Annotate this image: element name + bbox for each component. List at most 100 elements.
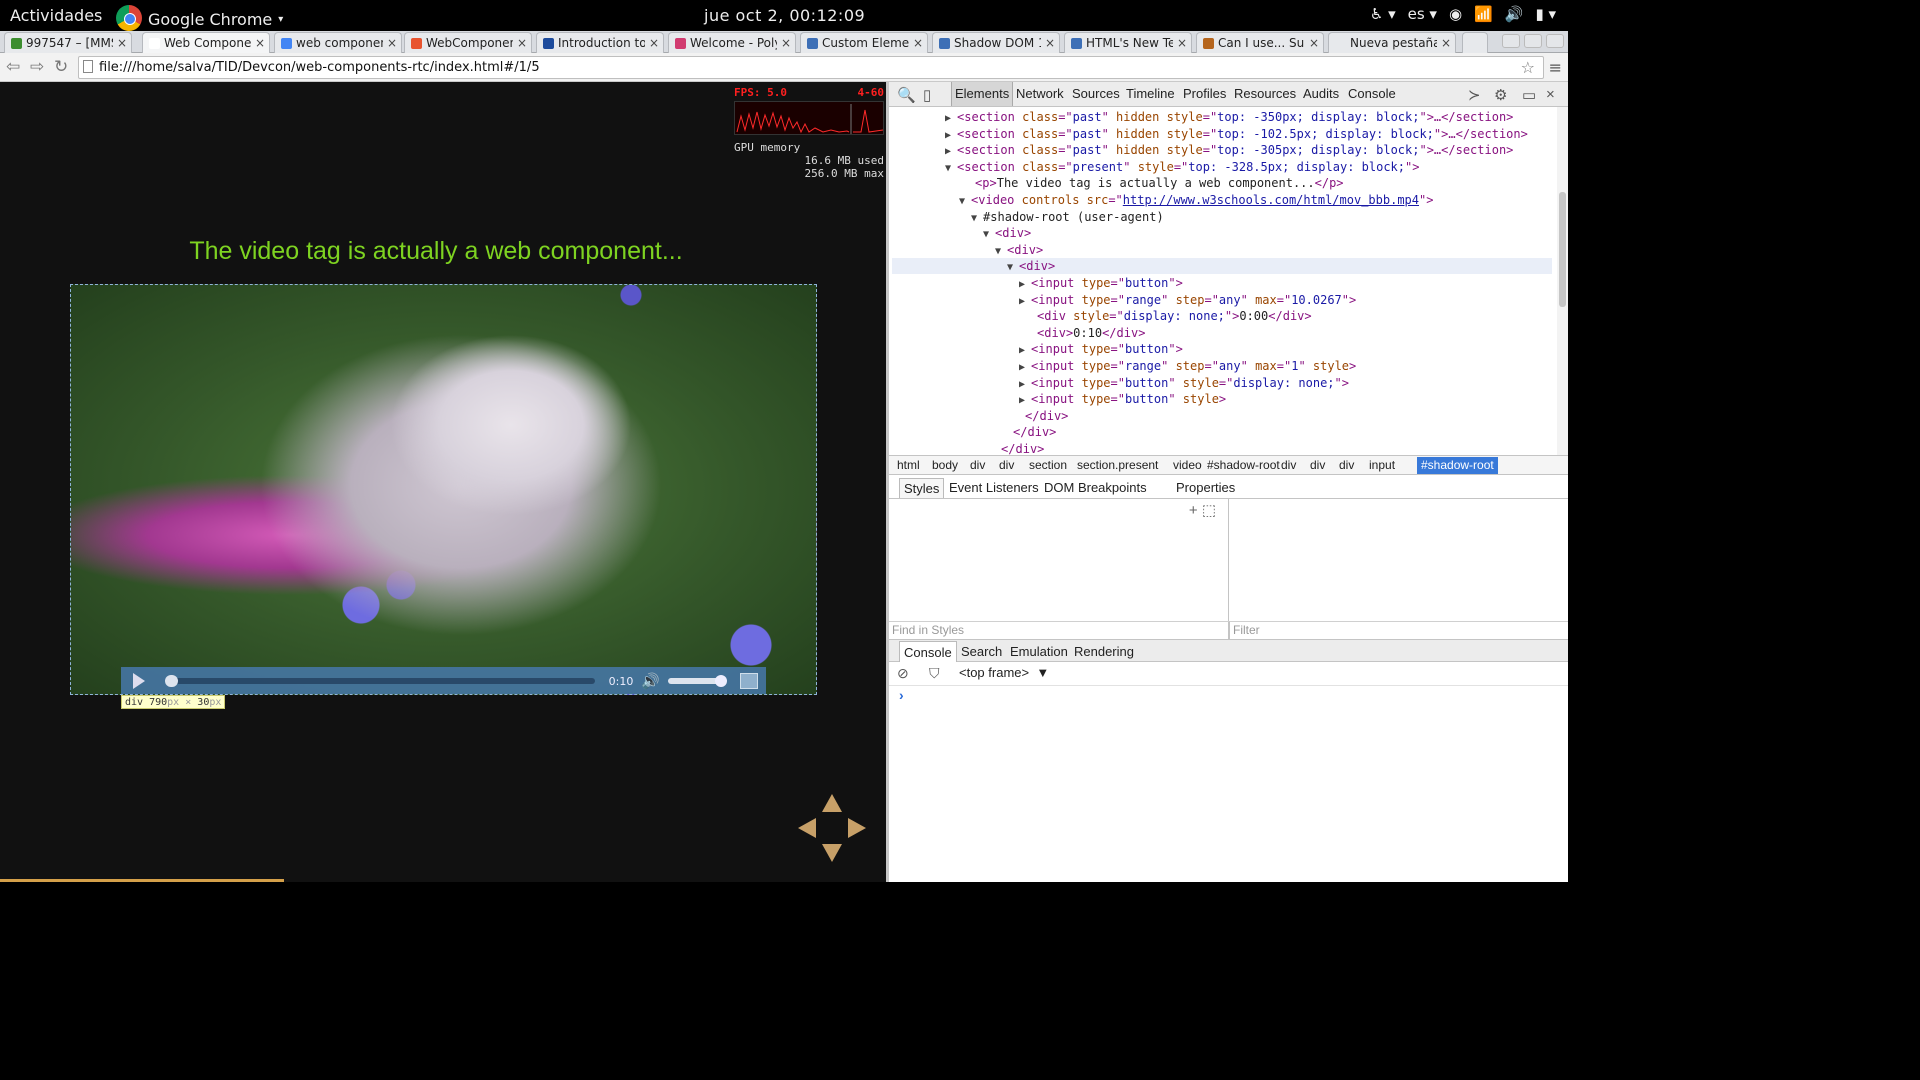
browser-tab[interactable]: Introduction to W × (536, 32, 664, 53)
tab-audits[interactable]: Audits (1300, 82, 1342, 106)
close-tab-icon[interactable]: × (517, 36, 527, 50)
tab-styles[interactable]: Styles (899, 478, 945, 498)
dom-node[interactable]: ▶ <input type="range" step="any" max="10… (1019, 292, 1356, 308)
arrow-right-icon[interactable] (848, 818, 866, 838)
seek-thumb[interactable] (165, 675, 178, 687)
maximize-window-icon[interactable] (1524, 34, 1542, 48)
close-tab-icon[interactable]: × (1309, 36, 1319, 50)
close-tab-icon[interactable]: × (649, 36, 659, 50)
dom-node[interactable]: ▶ <section class="past" hidden style="to… (945, 142, 1513, 158)
browser-tab[interactable]: Can I use... Supp × (1196, 32, 1324, 53)
filter-icon[interactable]: ⛉ (929, 665, 940, 682)
activities-button[interactable]: Actividades (10, 6, 102, 25)
browser-tab[interactable]: Shadow DOM 10 × (932, 32, 1060, 53)
dom-node[interactable]: ▼ <video controls src="http://www.w3scho… (959, 192, 1433, 208)
bookmark-star-icon[interactable]: ☆ (1521, 58, 1535, 77)
accessibility-icon[interactable]: ♿ ▾ (1370, 5, 1396, 23)
close-tab-icon[interactable]: × (1177, 36, 1187, 50)
dock-icon[interactable]: ▭ (1522, 86, 1536, 104)
dom-node[interactable]: ▶ <input type="range" step="any" max="1"… (1019, 358, 1356, 374)
collapsed-triangle-icon[interactable]: ▶ (1019, 279, 1031, 290)
collapsed-triangle-icon[interactable]: ▶ (945, 113, 957, 124)
breadcrumb-item[interactable]: body (928, 457, 962, 474)
dom-node[interactable]: ▼ <section class="present" style="top: -… (945, 159, 1419, 175)
drawer-tab-emulation[interactable]: Emulation (1006, 641, 1072, 662)
expanded-triangle-icon[interactable]: ▼ (1007, 262, 1019, 273)
arrow-down-icon[interactable] (822, 844, 842, 862)
console-prompt[interactable]: › (899, 687, 904, 703)
dom-node[interactable]: ▼ <div> (983, 225, 1031, 241)
filter-input[interactable]: Filter (1229, 621, 1568, 639)
breadcrumb-item[interactable]: div (1277, 457, 1300, 474)
breadcrumb-item[interactable]: #shadow-root (1203, 457, 1284, 474)
drawer-tab-search[interactable]: Search (957, 641, 1006, 662)
close-tab-icon[interactable]: × (1441, 36, 1451, 50)
breadcrumb-item[interactable]: div (995, 457, 1018, 474)
new-style-rule-icon[interactable]: + ⬚ (1189, 501, 1216, 519)
browser-tab[interactable]: Custom Elements × (800, 32, 928, 53)
app-menu[interactable]: Google Chrome ▾ (116, 5, 283, 32)
volume-slider[interactable] (668, 675, 727, 687)
tab-network[interactable]: Network (1013, 82, 1067, 106)
close-tab-icon[interactable]: × (117, 36, 127, 50)
breadcrumb-item[interactable]: div (1306, 457, 1329, 474)
breadcrumb-item[interactable]: input (1365, 457, 1399, 474)
clock[interactable]: jue oct 2, 00:12:09 (704, 6, 865, 25)
arrow-up-icon[interactable] (822, 794, 842, 812)
drawer-tab-rendering[interactable]: Rendering (1070, 641, 1138, 662)
close-devtools-icon[interactable]: × (1546, 86, 1555, 103)
clear-console-icon[interactable]: ⊘ (897, 665, 909, 682)
tab-event-listeners[interactable]: Event Listeners (945, 478, 1043, 498)
tab-profiles[interactable]: Profiles (1180, 82, 1229, 106)
tab-timeline[interactable]: Timeline (1123, 82, 1178, 106)
drawer-tab-console[interactable]: Console (899, 641, 957, 662)
breadcrumb-item[interactable]: section (1025, 457, 1071, 474)
frame-selector[interactable]: <top frame> ▼ (959, 665, 1049, 680)
close-window-icon[interactable] (1546, 34, 1564, 48)
collapsed-triangle-icon[interactable]: ▶ (945, 146, 957, 157)
battery-icon[interactable]: ▮ ▾ (1535, 5, 1556, 23)
collapsed-triangle-icon[interactable]: ▶ (1019, 362, 1031, 373)
find-in-styles-input[interactable]: Find in Styles (889, 621, 1229, 639)
dom-node[interactable]: </div> (989, 441, 1044, 455)
new-tab-button[interactable] (1462, 32, 1488, 53)
chrome-menu-icon[interactable]: ≡ (1549, 58, 1562, 77)
dom-node[interactable]: ▼ <div> (892, 258, 1552, 275)
breadcrumb-item[interactable]: section.present (1073, 457, 1162, 474)
breadcrumb-item[interactable]: html (893, 457, 924, 474)
back-icon[interactable]: ⇦ (6, 57, 20, 77)
dom-node[interactable]: ▶ <section class="past" hidden style="to… (945, 126, 1528, 142)
play-icon[interactable] (133, 673, 145, 689)
minimize-window-icon[interactable] (1502, 34, 1520, 48)
breadcrumb-item[interactable]: video (1169, 457, 1206, 474)
collapsed-triangle-icon[interactable]: ▶ (1019, 379, 1031, 390)
dom-node[interactable]: ▶ <input type="button"> (1019, 341, 1183, 357)
reload-icon[interactable]: ↻ (54, 57, 68, 77)
dom-node[interactable]: ▼ <div> (995, 242, 1043, 258)
settings-gear-icon[interactable]: ⚙ (1494, 86, 1507, 104)
collapsed-triangle-icon[interactable]: ▶ (1019, 345, 1031, 356)
language-indicator[interactable]: es ▾ (1408, 5, 1437, 23)
tab-resources[interactable]: Resources (1231, 82, 1299, 106)
dom-node[interactable]: </div> (1013, 408, 1068, 424)
close-tab-icon[interactable]: × (781, 36, 791, 50)
forward-icon[interactable]: ⇨ (30, 57, 44, 77)
expanded-triangle-icon[interactable]: ▼ (959, 196, 971, 207)
browser-tab[interactable]: Web Component × (142, 32, 270, 53)
collapsed-triangle-icon[interactable]: ▶ (945, 130, 957, 141)
breadcrumb-item[interactable]: #shadow-root (1417, 457, 1498, 474)
search-icon[interactable]: 🔍 (897, 86, 916, 104)
wifi-icon[interactable]: 📶 (1474, 5, 1493, 23)
browser-tab[interactable]: web components × (274, 32, 402, 53)
close-tab-icon[interactable]: × (255, 36, 265, 50)
tab-properties[interactable]: Properties (1172, 478, 1239, 498)
browser-tab[interactable]: Nueva pestaña × (1328, 32, 1456, 53)
dom-node[interactable]: <div>0:10</div> (1025, 325, 1145, 341)
dom-tree[interactable]: ▶ <section class="past" hidden style="to… (889, 107, 1557, 455)
drawer-toggle-icon[interactable]: ≻ (1468, 86, 1481, 104)
dom-node[interactable]: ▶ <input type="button" style> (1019, 391, 1226, 407)
collapsed-triangle-icon[interactable]: ▶ (1019, 296, 1031, 307)
browser-tab[interactable]: HTML's New Tem × (1064, 32, 1192, 53)
expanded-triangle-icon[interactable]: ▼ (945, 163, 957, 174)
close-tab-icon[interactable]: × (913, 36, 923, 50)
